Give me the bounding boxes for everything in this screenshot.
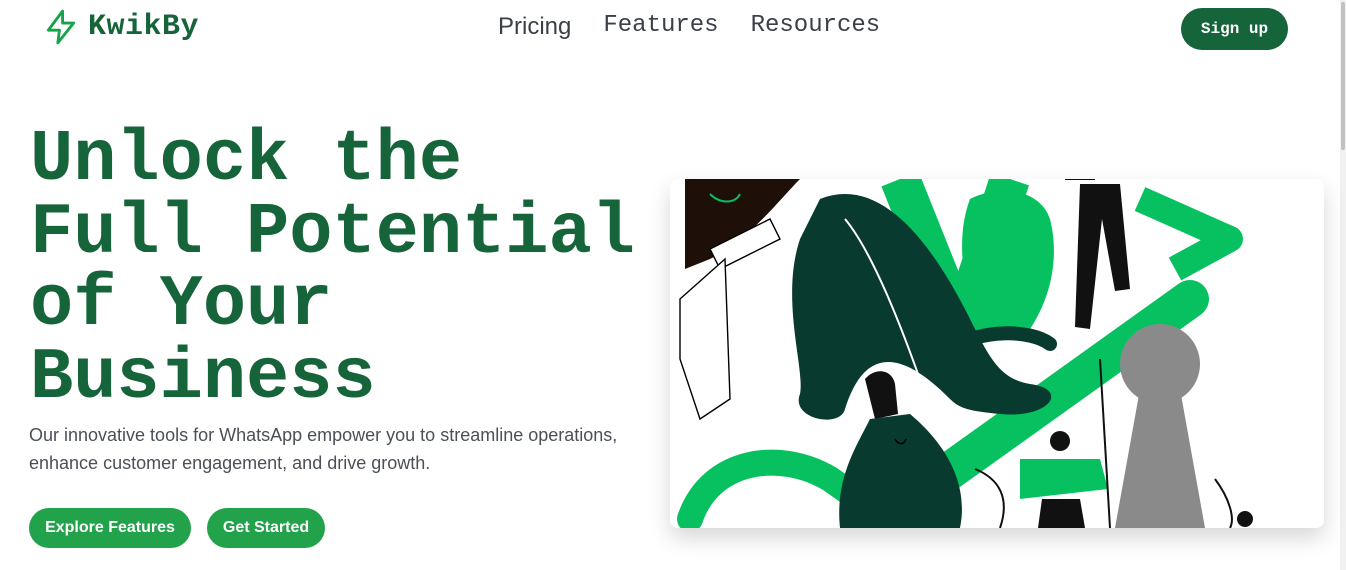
explore-features-button[interactable]: Explore Features xyxy=(29,508,191,548)
main-nav: Pricing Features Resources xyxy=(498,10,880,41)
get-started-button[interactable]: Get Started xyxy=(207,508,325,548)
nav-link-features[interactable]: Features xyxy=(603,12,718,39)
page-scrollbar[interactable] xyxy=(1340,0,1346,570)
site-header: KwikBy Pricing Features Resources Sign u… xyxy=(0,0,1340,56)
hero-title-line: Business xyxy=(30,336,376,419)
brand-logo-link[interactable]: KwikBy xyxy=(42,8,199,46)
hero-illustration xyxy=(670,179,1324,528)
hero-title-line: Full Potential xyxy=(30,191,635,274)
hero-title-line: Unlock the xyxy=(30,119,463,201)
nav-link-resources[interactable]: Resources xyxy=(751,12,881,39)
hero-subtitle: Our innovative tools for WhatsApp empowe… xyxy=(29,425,618,473)
scrollbar-thumb[interactable] xyxy=(1341,2,1345,150)
hero-title-line: of Your xyxy=(30,264,333,346)
brand-name: KwikBy xyxy=(88,10,200,44)
signup-button[interactable]: Sign up xyxy=(1181,8,1288,50)
nav-link-pricing[interactable]: Pricing xyxy=(498,13,571,41)
lightning-bolt-icon xyxy=(46,9,76,45)
hero-title: Unlock the Full Potential of Your Busine… xyxy=(30,124,670,414)
people-climbing-illustration xyxy=(670,179,1324,528)
